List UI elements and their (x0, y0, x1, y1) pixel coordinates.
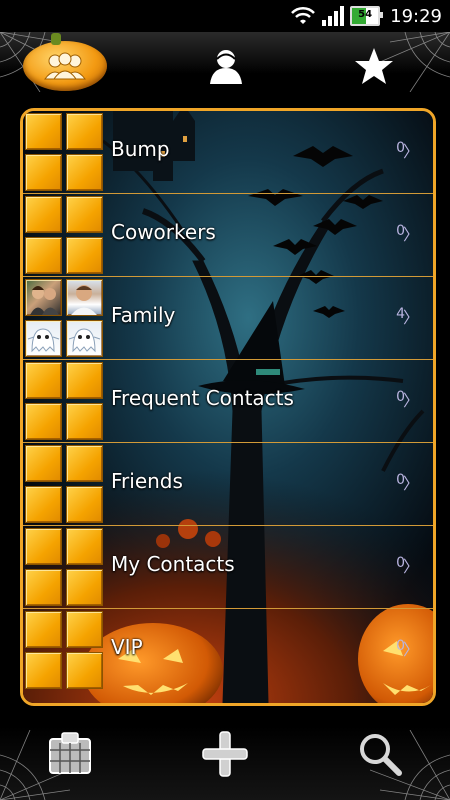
chevron-right-icon: 〉 (402, 308, 419, 327)
tab-bar (0, 32, 450, 102)
group-tiles (25, 445, 107, 525)
group-name: Friends (111, 469, 183, 493)
group-row[interactable]: Bump 0 〉 (23, 111, 433, 194)
placeholder-tile (66, 569, 103, 606)
magnifier-icon (360, 734, 402, 776)
chevron-right-icon: 〉 (402, 640, 419, 659)
group-tiles (25, 362, 107, 442)
chevron-right-icon: 〉 (402, 474, 419, 493)
status-bar: 54 19:29 (0, 0, 450, 32)
group-name: Bump (111, 137, 170, 161)
placeholder-tile (25, 611, 62, 648)
grid-icon (49, 732, 91, 774)
placeholder-tile (66, 652, 103, 689)
placeholder-tile (25, 196, 62, 233)
plus-icon (202, 731, 248, 777)
groups-grid-button[interactable] (40, 724, 100, 784)
wifi-icon (291, 6, 316, 24)
group-name: Coworkers (111, 220, 216, 244)
placeholder-tile (66, 113, 103, 150)
placeholder-tile (66, 196, 103, 233)
placeholder-tile (66, 486, 103, 523)
group-tiles (25, 528, 107, 608)
groups-panel: Bump 0 〉 Coworkers 0 〉 Family 4 〉 Freque… (20, 108, 436, 706)
group-row[interactable]: VIP 0 〉 (23, 609, 433, 691)
group-name: Family (111, 303, 176, 327)
group-row[interactable]: Family 4 〉 (23, 277, 433, 360)
contacts-groups-screen: 54 19:29 Bump 0 〉 Coworkers 0 〉 Family 4… (0, 0, 450, 800)
ghost-avatar (66, 320, 103, 357)
placeholder-tile (25, 154, 62, 191)
contact-photo (25, 279, 62, 316)
group-tiles (25, 279, 107, 359)
contact-photo (66, 279, 103, 316)
group-row[interactable]: Friends 0 〉 (23, 443, 433, 526)
placeholder-tile (25, 113, 62, 150)
group-list: Bump 0 〉 Coworkers 0 〉 Family 4 〉 Freque… (23, 111, 433, 703)
battery-icon: 54 (350, 6, 384, 26)
placeholder-tile (25, 652, 62, 689)
search-button[interactable] (350, 724, 410, 784)
chevron-right-icon: 〉 (402, 557, 419, 576)
ghost-avatar (25, 320, 62, 357)
group-row[interactable]: My Contacts 0 〉 (23, 526, 433, 609)
tab-groups[interactable] (22, 33, 108, 94)
placeholder-tile (66, 237, 103, 274)
group-name: VIP (111, 635, 143, 659)
placeholder-tile (25, 362, 62, 399)
placeholder-tile (66, 403, 103, 440)
placeholder-tile (66, 611, 103, 648)
placeholder-tile (25, 237, 62, 274)
person-icon (210, 50, 242, 84)
placeholder-tile (66, 445, 103, 482)
chevron-right-icon: 〉 (402, 142, 419, 161)
placeholder-tile (25, 486, 62, 523)
star-icon (355, 48, 393, 84)
group-name: Frequent Contacts (111, 386, 294, 410)
placeholder-tile (66, 154, 103, 191)
group-name: My Contacts (111, 552, 235, 576)
chevron-right-icon: 〉 (402, 391, 419, 410)
group-tiles (25, 196, 107, 276)
signal-icon (322, 6, 345, 26)
group-row[interactable]: Frequent Contacts 0 〉 (23, 360, 433, 443)
placeholder-tile (66, 362, 103, 399)
group-tiles (25, 611, 107, 691)
placeholder-tile (66, 528, 103, 565)
chevron-right-icon: 〉 (402, 225, 419, 244)
groups-pumpkin-icon (23, 33, 107, 91)
group-row[interactable]: Coworkers 0 〉 (23, 194, 433, 277)
bottom-toolbar (0, 708, 450, 800)
placeholder-tile (25, 528, 62, 565)
add-button[interactable] (195, 724, 255, 784)
placeholder-tile (25, 403, 62, 440)
clock: 19:29 (390, 5, 442, 27)
tab-contacts[interactable] (196, 38, 256, 94)
tab-favorites[interactable] (344, 38, 404, 94)
placeholder-tile (25, 445, 62, 482)
battery-level: 54 (358, 9, 373, 20)
group-tiles (25, 113, 107, 193)
placeholder-tile (25, 569, 62, 606)
